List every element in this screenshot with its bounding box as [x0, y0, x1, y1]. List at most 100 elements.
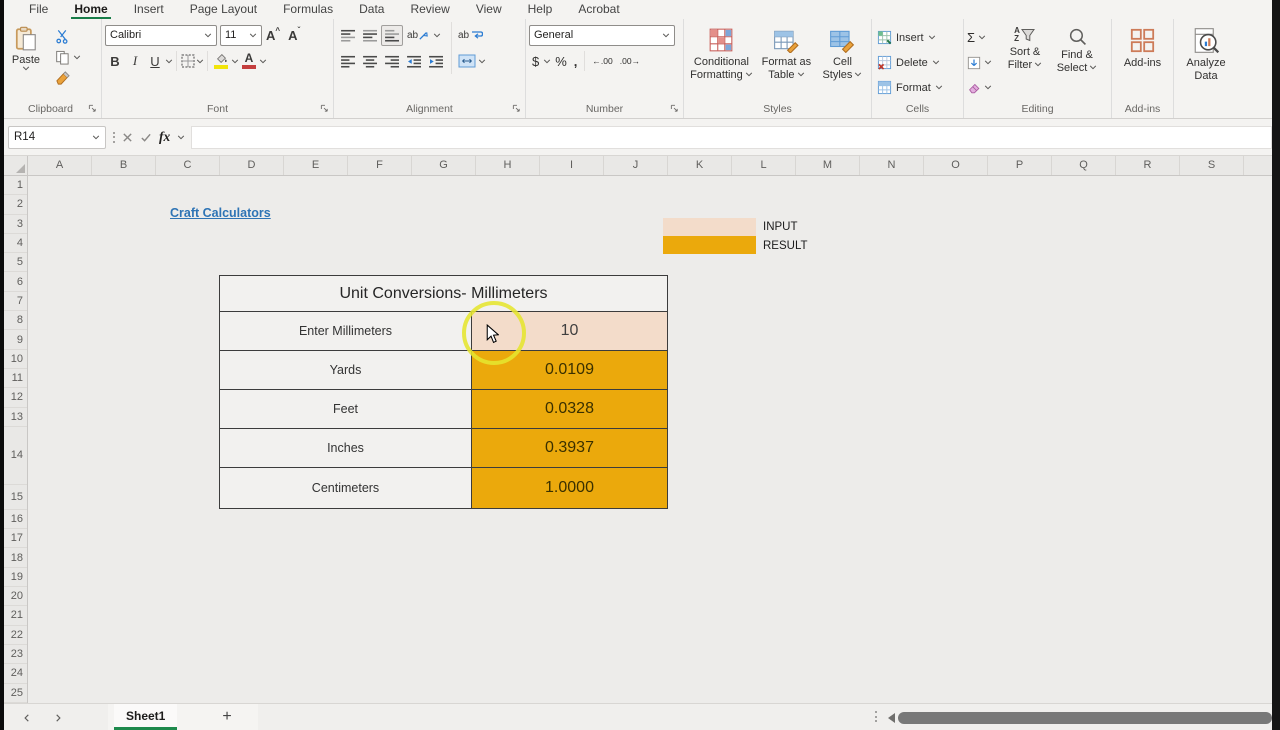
percent-style-button[interactable]: % — [552, 54, 570, 69]
copy-button[interactable] — [55, 48, 81, 66]
top-align-button[interactable] — [337, 25, 359, 46]
number-format-combobox[interactable]: General — [529, 25, 675, 46]
row-header[interactable]: 19 — [4, 568, 27, 587]
align-left-button[interactable] — [337, 51, 359, 72]
ribbon-tab[interactable]: Home — [61, 0, 120, 19]
format-painter-button[interactable] — [55, 69, 81, 87]
increase-decimal-button[interactable]: ←.00 — [589, 56, 615, 66]
name-box[interactable]: R14 — [8, 126, 106, 149]
unit-label-cell[interactable]: Enter Millimeters — [220, 312, 472, 350]
font-color-button[interactable]: A — [239, 50, 259, 72]
value-cell[interactable]: 0.3937 — [472, 429, 667, 467]
cell-styles-button[interactable]: Cell Styles — [817, 22, 868, 81]
align-right-button[interactable] — [381, 51, 403, 72]
chevron-down-icon[interactable] — [178, 135, 184, 138]
scroll-left-icon[interactable] — [888, 713, 895, 723]
row-header[interactable]: 24 — [4, 664, 27, 683]
row-header[interactable]: 12 — [4, 388, 27, 407]
decrease-indent-button[interactable] — [403, 51, 425, 72]
column-header[interactable]: F — [348, 156, 412, 175]
value-cell[interactable]: 0.0328 — [472, 390, 667, 428]
confirm-entry-icon[interactable] — [140, 132, 152, 143]
column-header[interactable]: D — [220, 156, 284, 175]
cancel-entry-icon[interactable] — [122, 132, 133, 143]
column-header[interactable]: I — [540, 156, 604, 175]
column-header[interactable]: A — [28, 156, 92, 175]
formula-bar-handle[interactable] — [113, 132, 115, 143]
select-all-corner[interactable] — [4, 156, 28, 175]
row-header[interactable]: 13 — [4, 408, 27, 427]
unit-label-cell[interactable]: Yards — [220, 351, 472, 389]
column-header[interactable]: K — [668, 156, 732, 175]
insert-function-button[interactable]: fx — [159, 129, 170, 145]
clear-button[interactable] — [967, 75, 999, 100]
row-header[interactable]: 2 — [4, 195, 27, 214]
chevron-down-icon[interactable] — [232, 59, 238, 62]
underline-button[interactable]: U — [145, 50, 165, 72]
decrease-font-size-button[interactable]: Aˇ — [284, 28, 304, 43]
column-header[interactable]: L — [732, 156, 796, 175]
ribbon-tab[interactable]: File — [16, 0, 61, 19]
unit-label-cell[interactable]: Inches — [220, 429, 472, 467]
ribbon-tab[interactable]: Formulas — [270, 0, 346, 19]
column-header[interactable]: E — [284, 156, 348, 175]
row-header[interactable]: 17 — [4, 529, 27, 548]
comma-style-button[interactable]: , — [571, 54, 581, 69]
column-header[interactable]: M — [796, 156, 860, 175]
fill-color-button[interactable] — [211, 50, 231, 72]
insert-cells-button[interactable]: Insert — [875, 25, 936, 50]
ribbon-tab[interactable]: Help — [515, 0, 566, 19]
dialog-launcher-icon[interactable] — [88, 104, 97, 113]
unit-label-cell[interactable]: Centimeters — [220, 468, 472, 508]
chevron-down-icon[interactable] — [544, 59, 550, 62]
analyze-data-button[interactable]: Analyze Data — [1177, 22, 1235, 82]
result-legend-swatch[interactable] — [663, 236, 756, 254]
paste-button[interactable]: Paste — [3, 22, 49, 71]
font-size-combobox[interactable]: 11 — [220, 25, 262, 46]
formula-input[interactable] — [191, 126, 1272, 149]
find-select-button[interactable]: Find & Select — [1051, 22, 1103, 74]
row-header[interactable]: 8 — [4, 311, 27, 330]
scrollbar-split-handle[interactable] — [875, 711, 877, 722]
row-header[interactable]: 3 — [4, 215, 27, 234]
ribbon-tab[interactable]: View — [463, 0, 515, 19]
orientation-button[interactable]: ab — [403, 25, 433, 46]
borders-button[interactable] — [180, 53, 196, 69]
middle-align-button[interactable] — [359, 25, 381, 46]
sort-filter-button[interactable]: AZ Sort & Filter — [999, 22, 1051, 71]
vertical-scrollbar[interactable] — [1272, 0, 1280, 730]
column-header[interactable]: B — [92, 156, 156, 175]
row-header[interactable]: 16 — [4, 510, 27, 529]
prev-sheet-button[interactable] — [18, 710, 34, 726]
italic-button[interactable]: I — [125, 50, 145, 72]
row-header[interactable]: 18 — [4, 548, 27, 567]
bottom-align-button[interactable] — [381, 25, 403, 46]
row-header[interactable]: 5 — [4, 253, 27, 272]
chevron-down-icon[interactable] — [197, 59, 203, 62]
add-sheet-button[interactable]: + — [216, 706, 238, 728]
sheet-grid[interactable]: Craft Calculators INPUT RESULT Unit Conv… — [28, 176, 1272, 703]
fill-button[interactable] — [967, 50, 999, 75]
decrease-decimal-button[interactable]: .00→ — [617, 56, 643, 66]
column-header[interactable]: T — [1244, 156, 1272, 175]
dialog-launcher-icon[interactable] — [320, 104, 329, 113]
addins-button[interactable]: Add-ins — [1115, 22, 1170, 70]
row-header[interactable]: 25 — [4, 684, 27, 703]
bold-button[interactable]: B — [105, 50, 125, 72]
conditional-formatting-button[interactable]: Conditional Formatting — [687, 22, 756, 81]
autosum-button[interactable]: Σ — [967, 25, 999, 50]
chevron-down-icon[interactable] — [260, 59, 266, 62]
sheet-tab-active[interactable]: Sheet1 — [114, 704, 177, 730]
chevron-down-icon[interactable] — [166, 59, 172, 62]
column-header[interactable]: G — [412, 156, 476, 175]
row-header[interactable]: 10 — [4, 350, 27, 369]
dialog-launcher-icon[interactable] — [512, 104, 521, 113]
craft-calculators-link[interactable]: Craft Calculators — [170, 206, 271, 220]
ribbon-tab[interactable]: Review — [397, 0, 462, 19]
row-header[interactable]: 22 — [4, 626, 27, 645]
ribbon-tab[interactable]: Page Layout — [177, 0, 270, 19]
row-header[interactable]: 23 — [4, 645, 27, 664]
row-header[interactable]: 4 — [4, 234, 27, 253]
column-header[interactable]: H — [476, 156, 540, 175]
font-name-combobox[interactable]: Calibri — [105, 25, 217, 46]
